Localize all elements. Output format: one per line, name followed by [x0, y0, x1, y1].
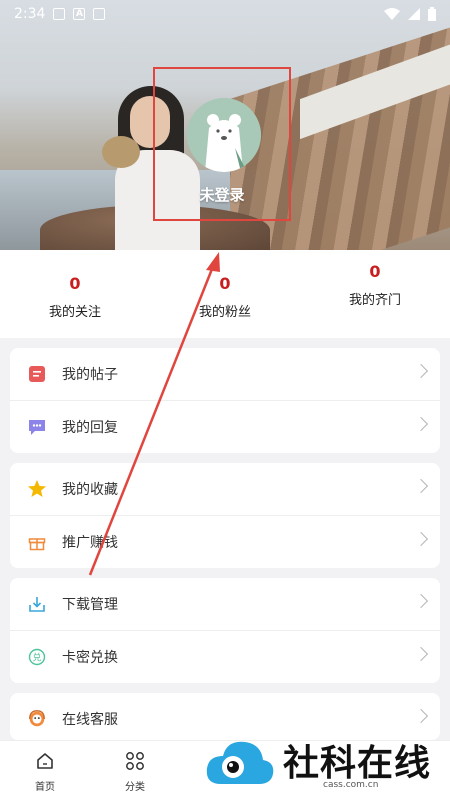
- gift-icon: [27, 532, 47, 552]
- watermark-url: cass.com.cn: [323, 780, 379, 790]
- avatar[interactable]: [187, 98, 261, 172]
- chevron-right-icon: [413, 593, 429, 609]
- home-icon: [37, 753, 53, 769]
- menu-card-posts: 我的帖子 我的回复: [10, 348, 440, 453]
- stat-qimen[interactable]: 0 我的齐门: [300, 262, 450, 308]
- menu-card-favorites: 我的收藏 推广赚钱: [10, 463, 440, 568]
- image-notification-icon: [53, 8, 66, 20]
- nav-home[interactable]: 首页: [15, 751, 75, 793]
- menu-card-downloads: 下载管理 兑 卡密兑换: [10, 578, 440, 683]
- menu-item-my-replies[interactable]: 我的回复: [10, 400, 440, 453]
- stat-value: 0: [219, 274, 231, 293]
- post-icon: [27, 364, 47, 384]
- stat-value: 0: [369, 262, 381, 281]
- coconut: [102, 136, 140, 168]
- nav-label: 分类: [125, 782, 145, 793]
- service-icon: [27, 709, 47, 729]
- menu-item-promote-earn[interactable]: 推广赚钱: [10, 515, 440, 568]
- status-time: 2:34: [14, 6, 46, 22]
- chevron-right-icon: [413, 708, 429, 724]
- chevron-right-icon: [413, 363, 429, 379]
- chevron-right-icon: [413, 478, 429, 494]
- svg-text:兑: 兑: [32, 652, 41, 664]
- watermark: 社科在线 cass.com.cn: [203, 730, 443, 796]
- download-icon: [27, 594, 47, 614]
- square-notification-icon: [93, 8, 106, 20]
- exchange-icon: 兑: [27, 647, 47, 667]
- menu-item-label: 我的收藏: [62, 482, 118, 498]
- nav-label: 首页: [35, 782, 55, 793]
- battery-icon: [428, 7, 436, 21]
- stat-label: 我的齐门: [348, 293, 401, 308]
- menu-item-label: 卡密兑换: [62, 650, 118, 666]
- watermark-text: 社科在线: [283, 743, 432, 784]
- login-status-label[interactable]: 未登录: [153, 184, 291, 205]
- signal-icon: [408, 8, 420, 20]
- menu-item-download-manager[interactable]: 下载管理: [10, 578, 440, 630]
- menu-item-label: 我的回复: [62, 420, 118, 436]
- menu-item-label: 我的帖子: [62, 367, 118, 383]
- chevron-right-icon: [413, 646, 429, 662]
- nav-category[interactable]: 分类: [105, 751, 165, 793]
- a-notification-icon: A: [73, 8, 86, 20]
- reply-icon: [27, 417, 47, 437]
- status-bar: 2:34 A: [0, 0, 450, 28]
- bear-avatar-icon: [187, 98, 261, 172]
- chevron-right-icon: [413, 416, 429, 432]
- star-icon: [27, 479, 47, 499]
- chevron-right-icon: [413, 531, 429, 547]
- stat-fans[interactable]: 0 我的粉丝: [150, 274, 300, 320]
- stat-label: 我的关注: [48, 305, 101, 320]
- wifi-icon: [384, 8, 400, 20]
- stat-value: 0: [69, 274, 81, 293]
- stat-following[interactable]: 0 我的关注: [0, 274, 150, 320]
- category-icon: [126, 752, 144, 770]
- menu-item-label: 在线客服: [62, 712, 118, 728]
- menu-item-my-posts[interactable]: 我的帖子: [10, 348, 440, 400]
- menu-item-label: 下载管理: [62, 597, 118, 613]
- stat-label: 我的粉丝: [198, 305, 251, 320]
- menu-item-label: 推广赚钱: [62, 535, 118, 551]
- cloud-logo-icon: [206, 741, 274, 784]
- menu-item-my-favorites[interactable]: 我的收藏: [10, 463, 440, 515]
- stats-panel: 0 我的关注 0 我的粉丝 0 我的齐门: [0, 250, 450, 338]
- menu-item-card-exchange[interactable]: 兑 卡密兑换: [10, 630, 440, 683]
